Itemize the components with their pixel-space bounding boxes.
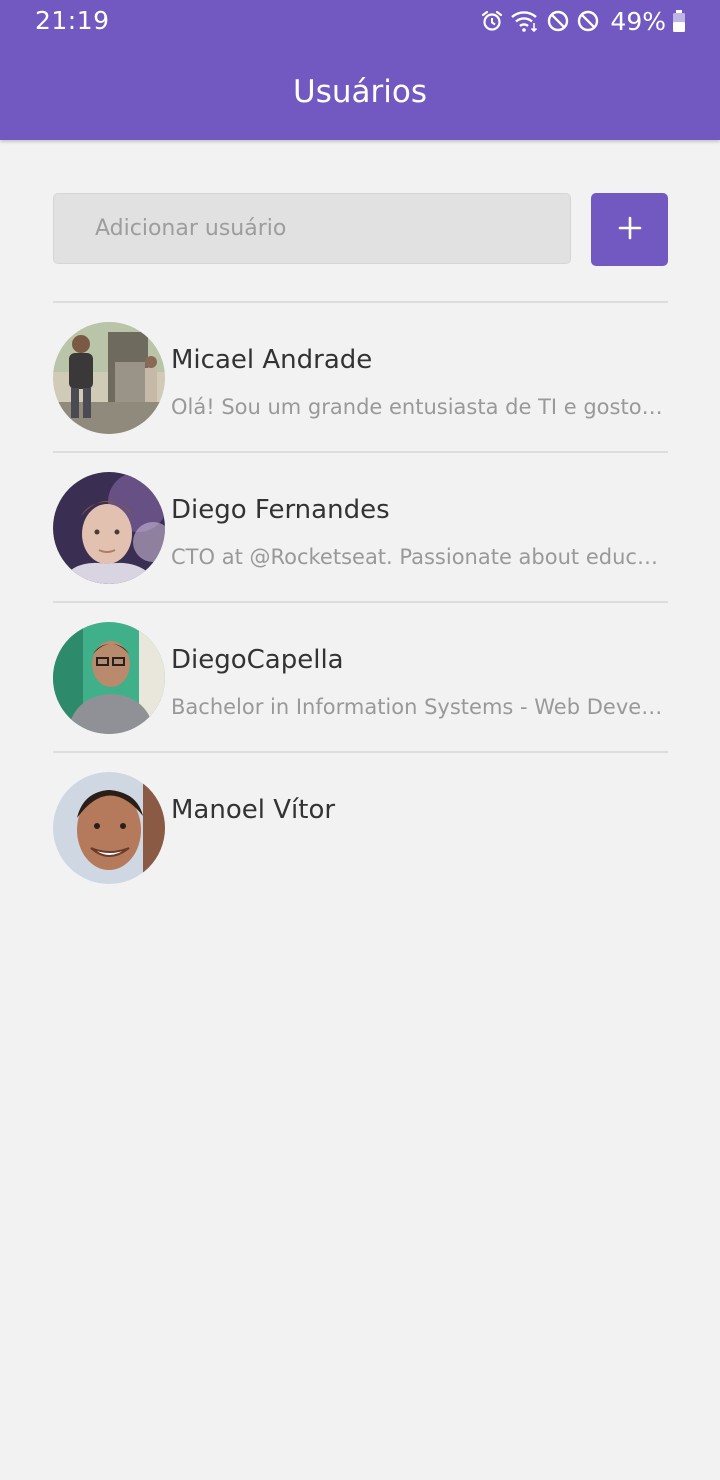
- avatar: [53, 322, 165, 434]
- alarm-icon: [480, 9, 504, 33]
- battery-icon: [672, 9, 686, 33]
- app-header: 21:19 49% Usuários: [0, 0, 720, 140]
- avatar: [53, 622, 165, 734]
- user-list: Micael Andrade Olá! Sou um grande entusi…: [53, 301, 668, 901]
- list-item[interactable]: Micael Andrade Olá! Sou um grande entusi…: [53, 301, 668, 451]
- plus-icon: [617, 215, 643, 244]
- add-user-form: [53, 193, 668, 266]
- list-item[interactable]: Diego Fernandes CTO at @Rocketseat. Pass…: [53, 451, 668, 601]
- blocked-icon: [576, 9, 600, 33]
- user-bio: Bachelor in Information Systems - Web De…: [171, 695, 667, 719]
- page-title: Usuários: [293, 74, 427, 110]
- status-bar: 21:19 49%: [0, 0, 720, 44]
- list-item[interactable]: Manoel Vítor: [53, 751, 668, 901]
- user-name: Micael Andrade: [171, 345, 373, 375]
- wifi-icon: [510, 8, 540, 34]
- status-time: 21:19: [35, 6, 110, 35]
- add-user-button[interactable]: [591, 193, 668, 266]
- status-icons: 49%: [480, 6, 686, 36]
- avatar: [53, 472, 165, 584]
- battery-percent: 49%: [610, 6, 666, 36]
- user-name: Diego Fernandes: [171, 495, 390, 525]
- list-item[interactable]: DiegoCapella Bachelor in Information Sys…: [53, 601, 668, 751]
- do-not-disturb-icon: [546, 9, 570, 33]
- avatar: [53, 772, 165, 884]
- user-bio: Olá! Sou um grande entusiasta de TI e go…: [171, 395, 667, 419]
- add-user-input[interactable]: [53, 193, 571, 264]
- user-bio: CTO at @Rocketseat. Passionate about edu…: [171, 545, 667, 569]
- user-name: Manoel Vítor: [171, 795, 336, 825]
- user-name: DiegoCapella: [171, 645, 344, 675]
